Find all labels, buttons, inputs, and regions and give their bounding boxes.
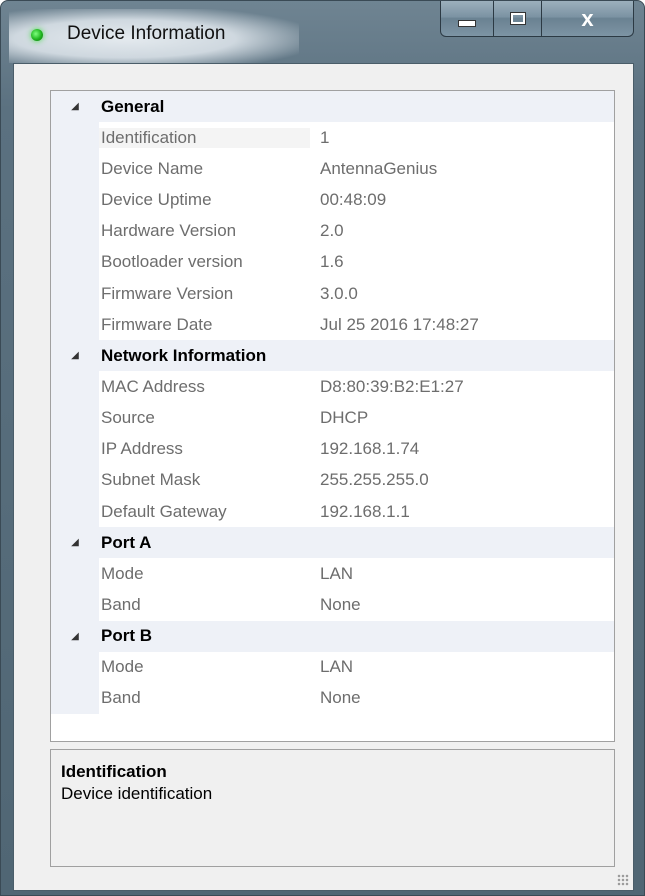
property-value[interactable]: 1.6 [310, 252, 344, 272]
property-name: Device Name [101, 158, 204, 178]
property-name: Firmware Date [101, 314, 213, 334]
property-value[interactable]: 255.255.255.0 [310, 470, 429, 490]
property-value[interactable]: DHCP [310, 408, 368, 428]
property-row-port-b-band[interactable]: Band None [51, 682, 614, 714]
property-name: Default Gateway [101, 501, 227, 521]
property-row-hardware-version[interactable]: Hardware Version 2.0 [51, 215, 614, 247]
property-row-port-b-mode[interactable]: Mode LAN [51, 651, 614, 683]
caption-buttons: x [440, 1, 634, 39]
property-row-mac-address[interactable]: MAC Address D8:80:39:B2:E1:27 [51, 371, 614, 403]
category-general[interactable]: ◢ General [51, 91, 614, 122]
property-value[interactable]: LAN [310, 657, 353, 677]
close-button[interactable]: x [542, 1, 634, 37]
property-row-identification[interactable]: Identification 1 [51, 122, 614, 154]
category-network-information[interactable]: ◢ Network Information [51, 340, 614, 372]
collapse-icon[interactable]: ◢ [71, 537, 79, 548]
property-row-firmware-version[interactable]: Firmware Version 3.0.0 [51, 277, 614, 310]
minimize-button[interactable] [440, 1, 494, 37]
property-row-bootloader-version[interactable]: Bootloader version 1.6 [51, 246, 614, 278]
collapse-icon[interactable]: ◢ [71, 631, 79, 642]
property-value[interactable]: 3.0.0 [310, 284, 358, 304]
property-row-firmware-date[interactable]: Firmware Date Jul 25 2016 17:48:27 [51, 309, 614, 341]
description-text: Device identification [61, 784, 213, 803]
collapse-icon[interactable]: ◢ [71, 101, 79, 112]
property-name: Source [101, 408, 155, 428]
property-value[interactable]: LAN [310, 564, 353, 584]
property-grid[interactable]: ◢ General Identification 1 Device Name A… [50, 90, 615, 742]
property-name: Band [101, 688, 141, 708]
property-name: Hardware Version [101, 221, 237, 241]
property-row-ip-address[interactable]: IP Address 192.168.1.74 [51, 433, 614, 465]
property-row-device-name[interactable]: Device Name AntennaGenius [51, 153, 614, 185]
close-icon: x [581, 5, 594, 31]
category-port-a[interactable]: ◢ Port A [51, 527, 614, 559]
device-information-window: Device Information x ◢ General Identific… [0, 0, 645, 896]
category-label: General [101, 96, 165, 116]
client-area: ◢ General Identification 1 Device Name A… [13, 63, 634, 891]
window-title: Device Information [67, 23, 226, 44]
property-value[interactable]: 192.168.1.1 [310, 502, 410, 522]
property-name: MAC Address [101, 376, 205, 396]
description-title: Identification [61, 762, 167, 781]
property-value[interactable]: None [310, 595, 361, 615]
property-name: Band [101, 595, 141, 615]
category-label: Port B [101, 626, 152, 646]
property-name: Subnet Mask [101, 470, 201, 490]
property-row-device-uptime[interactable]: Device Uptime 00:48:09 [51, 184, 614, 216]
property-name: Device Uptime [101, 189, 212, 209]
property-value[interactable]: 192.168.1.74 [310, 439, 419, 459]
category-port-b[interactable]: ◢ Port B [51, 620, 614, 652]
property-name: IP Address [101, 439, 183, 459]
app-status-icon [31, 29, 43, 41]
title-bar[interactable]: Device Information x [1, 1, 644, 63]
maximize-icon [509, 12, 526, 25]
property-value[interactable]: 1 [310, 128, 329, 148]
collapse-icon[interactable]: ◢ [71, 350, 79, 361]
property-value[interactable]: 00:48:09 [310, 190, 386, 210]
property-name: Firmware Version [101, 283, 234, 303]
property-value[interactable]: D8:80:39:B2:E1:27 [310, 377, 464, 397]
resize-grip-icon[interactable] [617, 874, 629, 886]
property-row-default-gateway[interactable]: Default Gateway 192.168.1.1 [51, 496, 614, 528]
property-row-port-a-band[interactable]: Band None [51, 589, 614, 621]
property-row-source[interactable]: Source DHCP [51, 402, 614, 434]
property-value[interactable]: None [310, 688, 361, 708]
property-name: Mode [101, 657, 144, 677]
maximize-button[interactable] [494, 1, 542, 37]
property-name: Mode [101, 563, 144, 583]
property-name: Identification [99, 127, 310, 148]
property-value[interactable]: Jul 25 2016 17:48:27 [310, 315, 479, 335]
category-label: Port A [101, 532, 152, 552]
minimize-icon [458, 20, 476, 27]
category-label: Network Information [101, 345, 267, 365]
description-pane: Identification Device identification [50, 749, 615, 867]
property-value[interactable]: AntennaGenius [310, 159, 437, 179]
property-row-subnet-mask[interactable]: Subnet Mask 255.255.255.0 [51, 464, 614, 497]
property-name: Bootloader version [101, 252, 243, 272]
property-row-port-a-mode[interactable]: Mode LAN [51, 558, 614, 590]
property-value[interactable]: 2.0 [310, 221, 344, 241]
